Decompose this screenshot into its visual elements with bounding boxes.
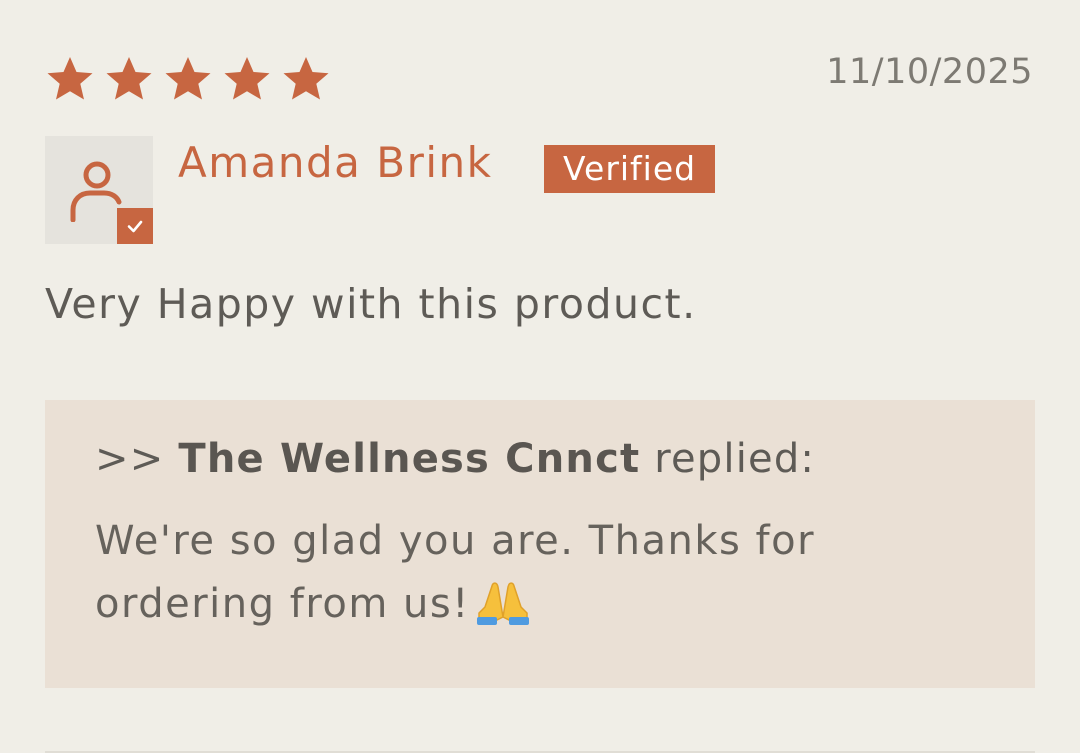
- star-icon: [106, 57, 152, 100]
- reply-suffix: replied:: [654, 436, 816, 482]
- reply-header: >> The Wellness Cnnct replied:: [95, 436, 815, 482]
- star-icon: [283, 57, 329, 100]
- reply-prefix: >>: [95, 436, 165, 482]
- reviewer-name: Amanda Brink: [178, 138, 493, 187]
- checkmark-icon: [127, 220, 143, 233]
- folded-hands-icon: [476, 582, 529, 625]
- star-icon: [47, 57, 93, 100]
- review-card: 11/10/2025 Amanda Brink Verified Very Ha…: [0, 0, 1080, 753]
- reply-text: We're so glad you are. Thanks for orderi…: [95, 518, 816, 627]
- review-body: Very Happy with this product.: [45, 280, 697, 328]
- verified-check-badge: [117, 208, 153, 244]
- star-rating: [45, 54, 331, 104]
- review-date: 11/10/2025: [826, 52, 1033, 92]
- star-icon: [224, 57, 270, 100]
- store-name: The Wellness Cnnct: [178, 436, 641, 482]
- reply-text-container: We're so glad you are. Thanks for orderi…: [95, 510, 955, 636]
- verified-badge: Verified: [544, 145, 716, 193]
- avatar: [45, 136, 153, 244]
- store-reply: >> The Wellness Cnnct replied: We're so …: [45, 400, 1035, 688]
- star-icon: [165, 57, 211, 100]
